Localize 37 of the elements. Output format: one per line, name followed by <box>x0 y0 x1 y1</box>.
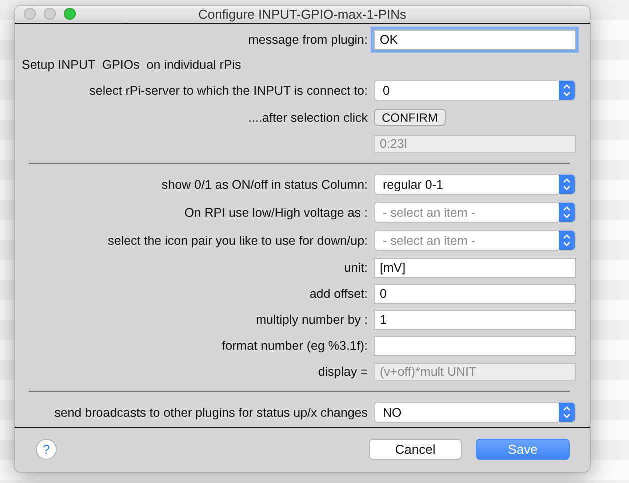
stepper-icon <box>559 403 575 422</box>
field-label: message from plugin: <box>247 32 368 47</box>
dialog-button[interactable]: Cancel <box>369 439 462 460</box>
readonly-field: (v+off)*mult UNIT <box>374 362 576 381</box>
text-field[interactable]: [mV] <box>374 258 576 278</box>
stepper-icon <box>559 81 575 100</box>
window-title: Configure INPUT-GPIO-max-1-PINs <box>198 6 407 22</box>
field-label: send broadcasts to other plugins for status up/x changes <box>54 406 368 420</box>
field-label: display = <box>317 364 368 379</box>
text-field[interactable]: OK <box>374 30 576 50</box>
confirm-button[interactable]: CONFIRM <box>374 109 446 126</box>
stepper-icon <box>559 175 575 194</box>
text-field[interactable]: 1 <box>374 310 576 330</box>
readonly-field: 0:23l <box>374 134 576 153</box>
text-field[interactable]: 0 <box>374 284 576 304</box>
stepper-icon <box>559 231 575 250</box>
field-label: multiply number by : <box>255 312 368 327</box>
help-button[interactable]: ? <box>36 439 57 460</box>
close-icon[interactable] <box>24 8 36 20</box>
zoom-icon[interactable] <box>64 8 76 20</box>
select-dropdown[interactable]: NO <box>374 402 576 424</box>
minimize-icon[interactable] <box>44 8 56 20</box>
field-label: unit: <box>343 260 368 275</box>
select-dropdown[interactable]: regular 0-1 <box>374 174 576 196</box>
stepper-icon <box>559 203 575 222</box>
field-label: select rPi-server to which the INPUT is connect to: <box>88 84 368 98</box>
field-label: add offset: <box>308 286 368 301</box>
field-label: select the icon pair you like to use for down/up: <box>107 234 368 248</box>
field-label: ....after selection click <box>248 110 368 125</box>
field-label: On RPI use low/High voltage as : <box>184 206 368 220</box>
select-dropdown[interactable]: 0 <box>374 80 576 102</box>
field-label: show 0/1 as ON/off in status Column: <box>160 178 368 192</box>
section-label: Setup INPUT GPIOs on individual rPis <box>22 58 242 72</box>
select-dropdown[interactable]: - select an item - <box>374 202 576 224</box>
select-dropdown[interactable]: - select an item - <box>374 230 576 252</box>
text-field[interactable] <box>374 336 576 356</box>
field-label: format number (eg %3.1f): <box>221 338 368 353</box>
